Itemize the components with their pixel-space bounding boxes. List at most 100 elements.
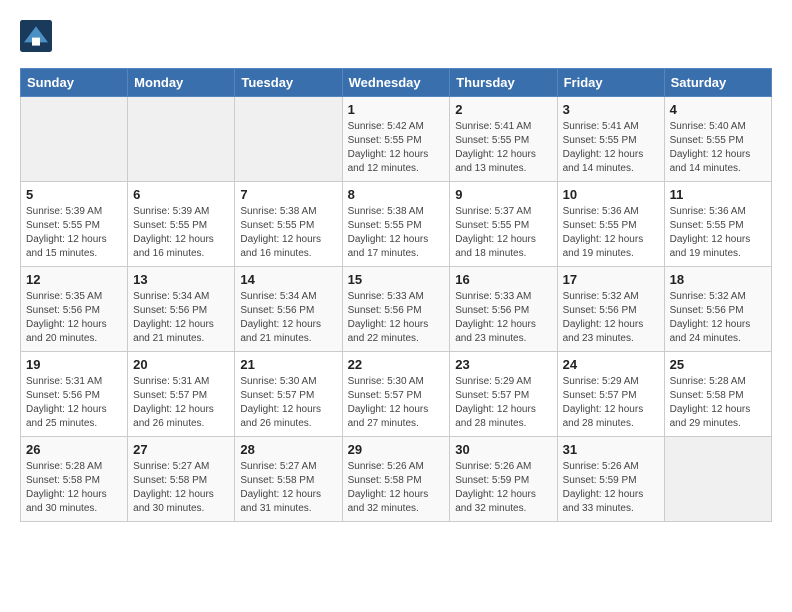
calendar-cell: 27Sunrise: 5:27 AM Sunset: 5:58 PM Dayli… [128, 437, 235, 522]
calendar-week-row: 5 Sunrise: 5:39 AM Sunset: 5:55 PM Daylig… [21, 182, 772, 267]
day-number: 9 [455, 187, 551, 202]
calendar-cell: 23 Sunrise: 5:29 AM Sunset: 5:57 PM Dayli… [450, 352, 557, 437]
day-number: 4 [670, 102, 766, 117]
day-number: 28 [240, 442, 336, 457]
calendar-cell: 8 Sunrise: 5:38 AM Sunset: 5:55 PM Daylig… [342, 182, 450, 267]
day-info: Sunrise: 5:42 AM Sunset: 5:55 PM Dayligh… [348, 120, 445, 176]
day-number: 7 [240, 187, 336, 202]
day-info: Sunrise: 5:31 AM Sunset: 5:56 PM Dayligh… [26, 375, 122, 431]
calendar-cell: 4 Sunrise: 5:40 AM Sunset: 5:55 PM Daylig… [664, 97, 771, 182]
day-number: 17 [563, 272, 659, 287]
calendar-cell: 12Sunrise: 5:35 AM Sunset: 5:56 PM Dayli… [21, 267, 128, 352]
calendar-cell: 24Sunrise: 5:29 AM Sunset: 5:57 PM Dayli… [557, 352, 664, 437]
calendar-week-row: 12Sunrise: 5:35 AM Sunset: 5:56 PM Dayli… [21, 267, 772, 352]
page-header [20, 20, 772, 52]
calendar-cell: 28 Sunrise: 5:27 AM Sunset: 5:58 PM Dayli… [235, 437, 342, 522]
calendar-cell: 14 Sunrise: 5:34 AM Sunset: 5:56 PM Dayli… [235, 267, 342, 352]
calendar-cell: 29 Sunrise: 5:26 AM Sunset: 5:58 PM Dayli… [342, 437, 450, 522]
day-info: Sunrise: 5:32 AM Sunset: 5:56 PM Dayligh… [670, 290, 766, 346]
day-info: Sunrise: 5:36 AM Sunset: 5:55 PM Dayligh… [670, 205, 766, 261]
day-info: Sunrise: 5:26 AM Sunset: 5:58 PM Dayligh… [348, 460, 445, 516]
calendar-cell [664, 437, 771, 522]
day-number: 18 [670, 272, 766, 287]
day-number: 12 [26, 272, 122, 287]
day-info: Sunrise: 5:39 AM Sunset: 5:55 PM Dayligh… [133, 205, 229, 261]
weekday-header: Thursday [450, 69, 557, 97]
day-number: 3 [563, 102, 659, 117]
day-number: 13 [133, 272, 229, 287]
weekday-header: Tuesday [235, 69, 342, 97]
day-info: Sunrise: 5:30 AM Sunset: 5:57 PM Dayligh… [348, 375, 445, 431]
calendar-cell: 22 Sunrise: 5:30 AM Sunset: 5:57 PM Dayli… [342, 352, 450, 437]
day-info: Sunrise: 5:28 AM Sunset: 5:58 PM Dayligh… [670, 375, 766, 431]
day-info: Sunrise: 5:34 AM Sunset: 5:56 PM Dayligh… [133, 290, 229, 346]
day-number: 2 [455, 102, 551, 117]
day-number: 6 [133, 187, 229, 202]
day-number: 24 [563, 357, 659, 372]
calendar-cell: 21 Sunrise: 5:30 AM Sunset: 5:57 PM Dayli… [235, 352, 342, 437]
day-info: Sunrise: 5:36 AM Sunset: 5:55 PM Dayligh… [563, 205, 659, 261]
day-info: Sunrise: 5:39 AM Sunset: 5:55 PM Dayligh… [26, 205, 122, 261]
day-number: 14 [240, 272, 336, 287]
day-info: Sunrise: 5:34 AM Sunset: 5:56 PM Dayligh… [240, 290, 336, 346]
day-info: Sunrise: 5:38 AM Sunset: 5:55 PM Dayligh… [348, 205, 445, 261]
calendar-cell: 25 Sunrise: 5:28 AM Sunset: 5:58 PM Dayli… [664, 352, 771, 437]
weekday-header: Monday [128, 69, 235, 97]
day-number: 30 [455, 442, 551, 457]
day-info: Sunrise: 5:28 AM Sunset: 5:58 PM Dayligh… [26, 460, 122, 516]
day-number: 8 [348, 187, 445, 202]
calendar-cell: 15 Sunrise: 5:33 AM Sunset: 5:56 PM Dayli… [342, 267, 450, 352]
day-number: 22 [348, 357, 445, 372]
calendar-cell: 13 Sunrise: 5:34 AM Sunset: 5:56 PM Dayli… [128, 267, 235, 352]
weekday-header: Friday [557, 69, 664, 97]
day-number: 27 [133, 442, 229, 457]
calendar-cell [128, 97, 235, 182]
day-number: 19 [26, 357, 122, 372]
calendar-cell: 5 Sunrise: 5:39 AM Sunset: 5:55 PM Daylig… [21, 182, 128, 267]
calendar-cell: 7 Sunrise: 5:38 AM Sunset: 5:55 PM Daylig… [235, 182, 342, 267]
calendar-cell: 2 Sunrise: 5:41 AM Sunset: 5:55 PM Daylig… [450, 97, 557, 182]
calendar-cell [21, 97, 128, 182]
calendar-cell: 10Sunrise: 5:36 AM Sunset: 5:55 PM Dayli… [557, 182, 664, 267]
weekday-header: Sunday [21, 69, 128, 97]
day-info: Sunrise: 5:41 AM Sunset: 5:55 PM Dayligh… [455, 120, 551, 176]
day-number: 29 [348, 442, 445, 457]
day-info: Sunrise: 5:26 AM Sunset: 5:59 PM Dayligh… [455, 460, 551, 516]
calendar-table: SundayMondayTuesdayWednesdayThursdayFrid… [20, 68, 772, 522]
day-info: Sunrise: 5:31 AM Sunset: 5:57 PM Dayligh… [133, 375, 229, 431]
day-info: Sunrise: 5:33 AM Sunset: 5:56 PM Dayligh… [348, 290, 445, 346]
calendar-week-row: 1 Sunrise: 5:42 AM Sunset: 5:55 PM Daylig… [21, 97, 772, 182]
day-number: 21 [240, 357, 336, 372]
calendar-cell: 16Sunrise: 5:33 AM Sunset: 5:56 PM Dayli… [450, 267, 557, 352]
day-info: Sunrise: 5:32 AM Sunset: 5:56 PM Dayligh… [563, 290, 659, 346]
day-info: Sunrise: 5:30 AM Sunset: 5:57 PM Dayligh… [240, 375, 336, 431]
day-number: 5 [26, 187, 122, 202]
day-info: Sunrise: 5:38 AM Sunset: 5:55 PM Dayligh… [240, 205, 336, 261]
day-info: Sunrise: 5:37 AM Sunset: 5:55 PM Dayligh… [455, 205, 551, 261]
calendar-cell: 30 Sunrise: 5:26 AM Sunset: 5:59 PM Dayli… [450, 437, 557, 522]
day-number: 11 [670, 187, 766, 202]
day-number: 25 [670, 357, 766, 372]
calendar-cell: 26 Sunrise: 5:28 AM Sunset: 5:58 PM Dayli… [21, 437, 128, 522]
weekday-header: Wednesday [342, 69, 450, 97]
weekday-header: Saturday [664, 69, 771, 97]
logo-icon [20, 20, 52, 52]
day-number: 1 [348, 102, 445, 117]
day-info: Sunrise: 5:29 AM Sunset: 5:57 PM Dayligh… [455, 375, 551, 431]
calendar-cell: 17 Sunrise: 5:32 AM Sunset: 5:56 PM Dayli… [557, 267, 664, 352]
calendar-cell: 19 Sunrise: 5:31 AM Sunset: 5:56 PM Dayli… [21, 352, 128, 437]
calendar-week-row: 26 Sunrise: 5:28 AM Sunset: 5:58 PM Dayli… [21, 437, 772, 522]
day-number: 20 [133, 357, 229, 372]
calendar-cell: 9 Sunrise: 5:37 AM Sunset: 5:55 PM Daylig… [450, 182, 557, 267]
day-number: 16 [455, 272, 551, 287]
calendar-header-row: SundayMondayTuesdayWednesdayThursdayFrid… [21, 69, 772, 97]
calendar-cell [235, 97, 342, 182]
calendar-cell: 6 Sunrise: 5:39 AM Sunset: 5:55 PM Daylig… [128, 182, 235, 267]
logo [20, 20, 56, 52]
day-number: 23 [455, 357, 551, 372]
day-number: 15 [348, 272, 445, 287]
calendar-week-row: 19 Sunrise: 5:31 AM Sunset: 5:56 PM Dayli… [21, 352, 772, 437]
day-info: Sunrise: 5:27 AM Sunset: 5:58 PM Dayligh… [240, 460, 336, 516]
day-info: Sunrise: 5:40 AM Sunset: 5:55 PM Dayligh… [670, 120, 766, 176]
day-number: 26 [26, 442, 122, 457]
